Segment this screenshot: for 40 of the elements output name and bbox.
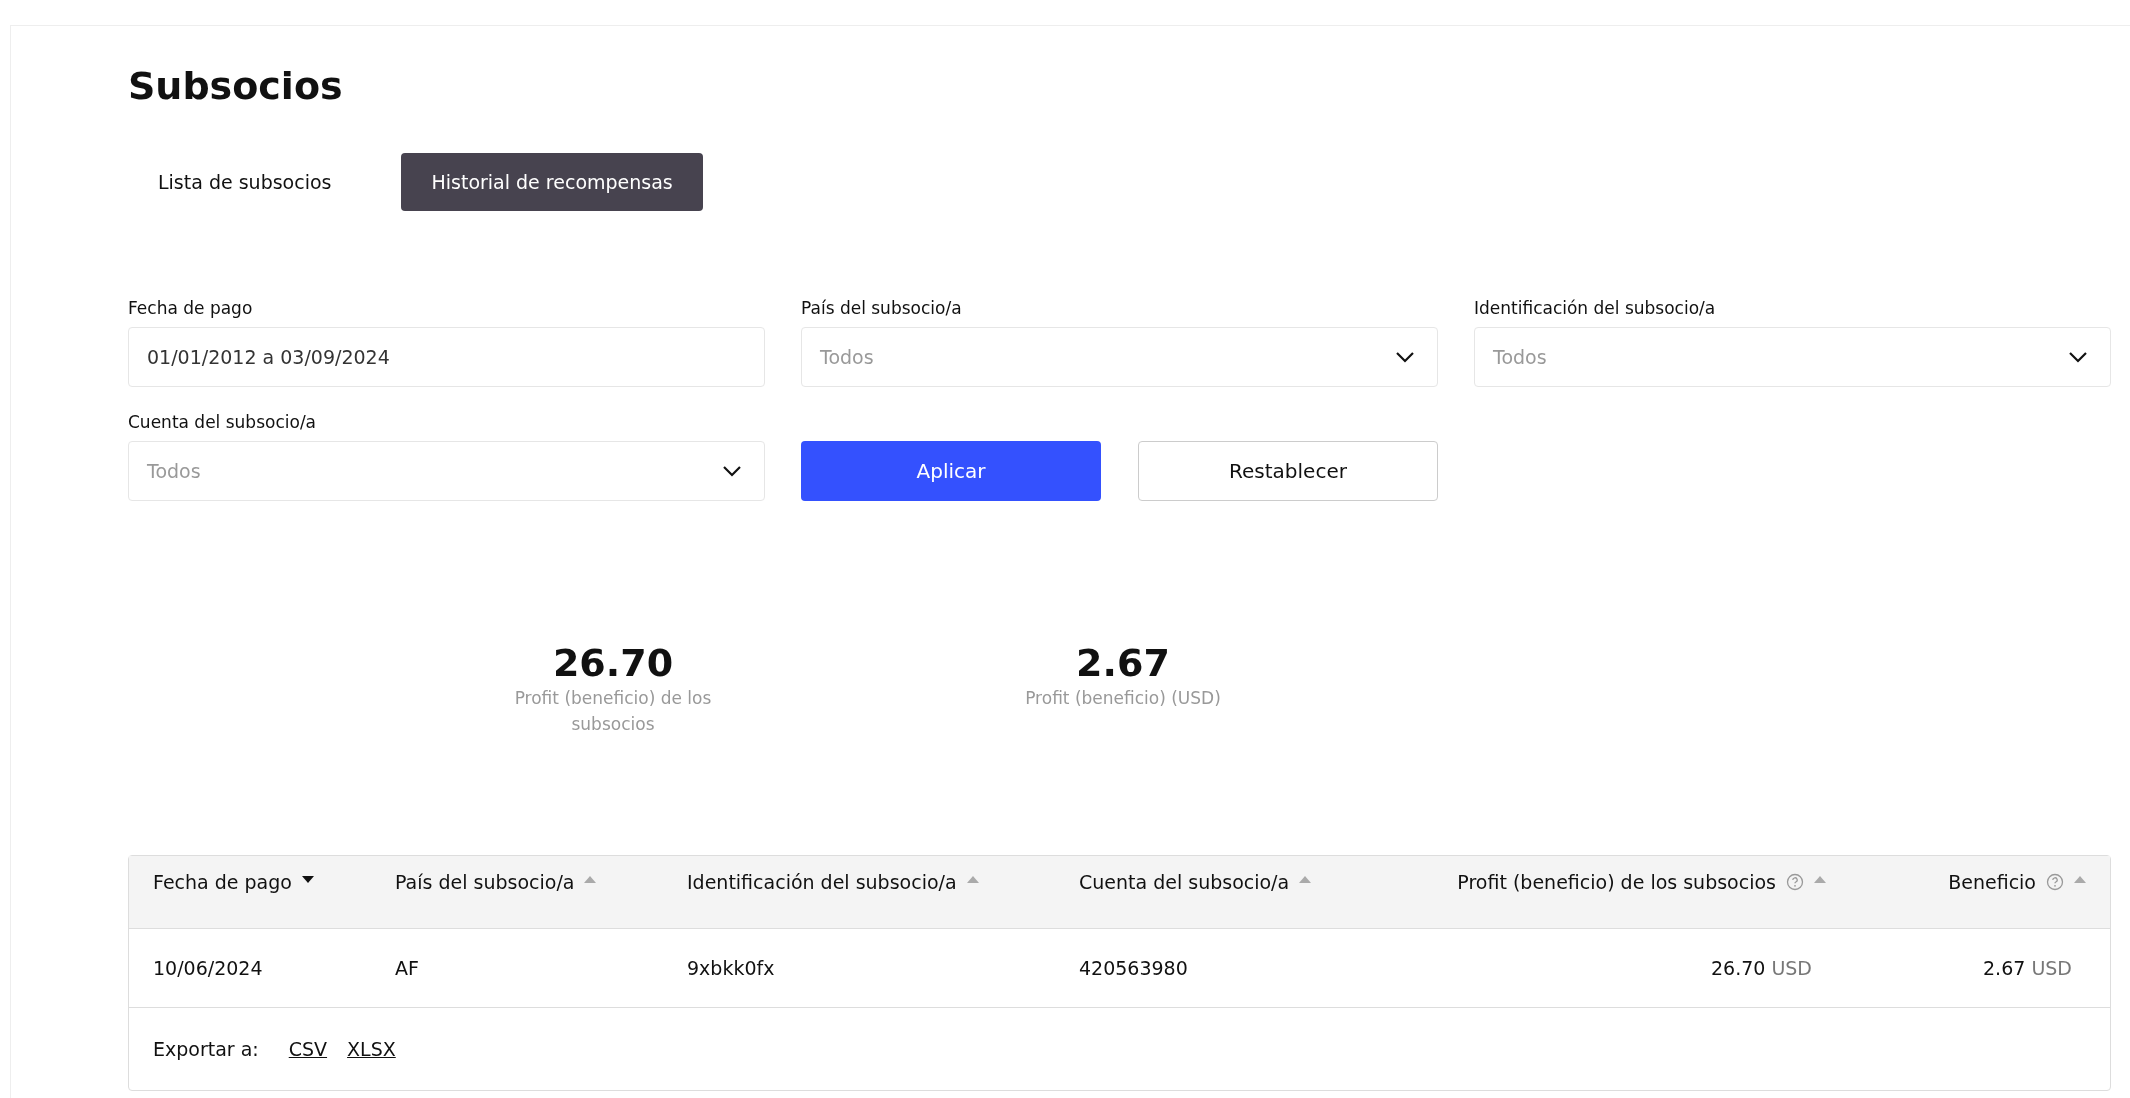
stat-value: 2.67 <box>1076 641 1170 685</box>
table-cell: 26.70 USD <box>1710 957 1812 979</box>
field-label: País del subsocio/a <box>801 297 963 320</box>
sort-up-icon[interactable] <box>2074 876 2086 884</box>
stat-value: 26.70 <box>552 641 674 685</box>
column-header[interactable]: País del subsocio/a <box>395 870 575 894</box>
chevron-down-icon <box>722 465 742 477</box>
sort-up-icon[interactable] <box>966 876 979 884</box>
table-cell: 420563980 <box>1079 957 1188 979</box>
column-header[interactable]: Fecha de pago <box>153 870 292 894</box>
tab[interactable]: Historial de recompensas <box>401 153 703 211</box>
sort-down-icon[interactable] <box>301 876 314 884</box>
reset-button[interactable]: Restablecer <box>1138 441 1438 501</box>
export-label: Exportar a: <box>153 1038 259 1060</box>
chevron-down-icon <box>2068 351 2088 363</box>
help-icon[interactable] <box>1786 873 1804 891</box>
table-cell: 2.67 USD <box>1983 957 2072 979</box>
export-link[interactable]: CSV <box>288 1038 328 1060</box>
field-label: Cuenta del subsocio/a <box>128 411 318 434</box>
field-label: Fecha de pago <box>128 297 254 320</box>
column-header[interactable]: Beneficio <box>1948 870 2064 894</box>
tab[interactable]: Lista de subsocios <box>128 153 362 211</box>
sort-up-icon[interactable] <box>1299 876 1312 884</box>
table-cell: AF <box>395 957 419 979</box>
sort-up-icon[interactable] <box>1814 876 1826 884</box>
stat-label: Profit (beneficio) (USD) <box>1025 687 1221 710</box>
column-header[interactable]: Profit (beneficio) de los subsocios <box>1457 870 1804 894</box>
stat-label: Profit (beneficio) de los subsocios <box>513 687 713 736</box>
column-header[interactable]: Identificación del subsocio/a <box>687 870 957 894</box>
date-range-field[interactable]: 01/01/2012 a 03/09/2024 <box>128 327 765 387</box>
export-link[interactable]: XLSX <box>347 1038 396 1060</box>
help-icon[interactable] <box>2046 873 2064 891</box>
table-cell: 9xbkk0fx <box>687 957 775 979</box>
sort-up-icon[interactable] <box>584 876 597 884</box>
table-cell: 10/06/2024 <box>153 957 263 979</box>
column-header[interactable]: Cuenta del subsocio/a <box>1079 870 1290 894</box>
apply-button[interactable]: Aplicar <box>801 441 1101 501</box>
field-label: Identificación del subsocio/a <box>1474 297 1717 320</box>
page-title: Subsocios <box>128 63 344 110</box>
chevron-down-icon <box>1395 351 1415 363</box>
